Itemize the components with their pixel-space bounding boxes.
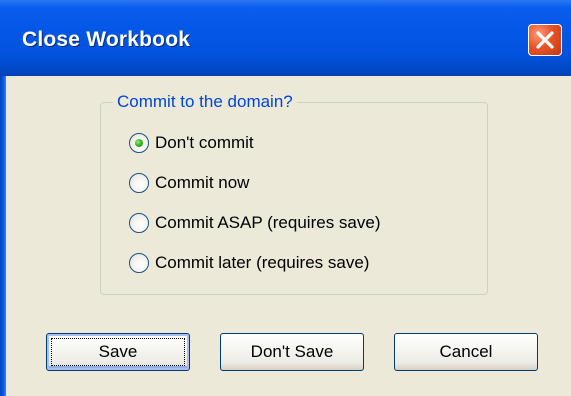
radio-button[interactable] (129, 173, 149, 193)
radio-option-commit-asap[interactable]: Commit ASAP (requires save) (129, 211, 380, 235)
radio-button[interactable] (129, 253, 149, 273)
radio-button-checked[interactable] (129, 133, 149, 153)
commit-group-legend: Commit to the domain? (113, 92, 297, 112)
dont-save-button[interactable]: Don't Save (220, 333, 364, 371)
radio-button[interactable] (129, 213, 149, 233)
radio-label: Commit now (155, 173, 250, 192)
cancel-button[interactable]: Cancel (394, 333, 538, 371)
save-button-label: Save (98, 342, 138, 361)
radio-option-commit-now[interactable]: Commit now (129, 171, 249, 195)
close-workbook-dialog: Close Workbook Commit to the domain? Don… (0, 0, 571, 396)
dont-save-button-label: Don't Save (250, 342, 334, 361)
close-icon (536, 31, 554, 49)
radio-option-dont-commit[interactable]: Don't commit (129, 131, 254, 155)
radio-label: Commit ASAP (requires save) (155, 213, 381, 232)
radio-label: Don't commit (155, 133, 254, 152)
window-title: Close Workbook (22, 28, 191, 51)
title-bar[interactable]: Close Workbook (0, 0, 571, 76)
save-button[interactable]: Save (46, 333, 190, 371)
cancel-button-label: Cancel (439, 342, 493, 361)
radio-label: Commit later (requires save) (155, 253, 370, 272)
radio-option-commit-later[interactable]: Commit later (requires save) (129, 251, 369, 275)
close-button[interactable] (528, 24, 562, 56)
